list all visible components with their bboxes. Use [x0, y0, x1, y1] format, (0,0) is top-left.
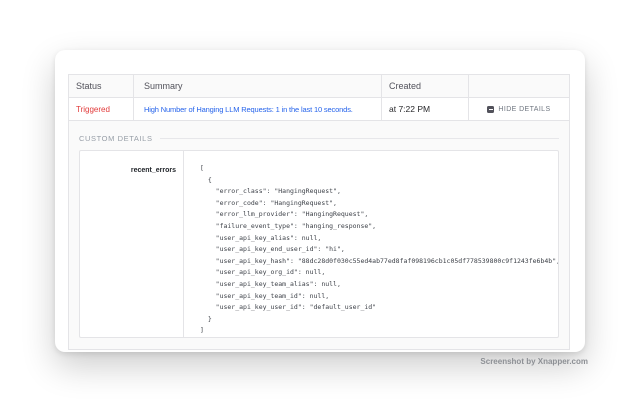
expanded-details-panel: CUSTOM DETAILS recent_errors [ { "error_…: [69, 121, 569, 349]
table-row: Triggered High Number of Hanging LLM Req…: [69, 98, 569, 121]
summary-link[interactable]: High Number of Hanging LLM Requests: 1 i…: [144, 105, 353, 114]
summary-cell: High Number of Hanging LLM Requests: 1 i…: [134, 98, 382, 120]
column-header-created: Created: [382, 75, 469, 97]
hide-details-button[interactable]: HIDE DETAILS: [487, 106, 550, 113]
actions-cell: HIDE DETAILS: [469, 98, 569, 120]
detail-key: recent_errors: [131, 167, 176, 174]
created-timestamp: at 7:22 PM: [389, 104, 430, 114]
column-header-status: Status: [69, 75, 134, 97]
page: Status Summary Created Triggered High Nu…: [0, 0, 640, 416]
column-header-summary: Summary: [134, 75, 382, 97]
watermark: Screenshot by Xnapper.com: [480, 357, 588, 366]
minus-square-icon: [487, 106, 494, 113]
alerts-table: Status Summary Created Triggered High Nu…: [68, 74, 570, 350]
custom-details-heading: CUSTOM DETAILS: [79, 134, 153, 143]
status-badge: Triggered: [76, 105, 110, 114]
json-payload: [ { "error_class": "HangingRequest", "er…: [184, 151, 558, 337]
detail-key-column: recent_errors: [80, 151, 184, 337]
custom-details-box: recent_errors [ { "error_class": "Hangin…: [79, 150, 559, 338]
heading-divider: [160, 138, 559, 139]
hide-details-label: HIDE DETAILS: [498, 106, 550, 113]
alert-details-card: Status Summary Created Triggered High Nu…: [55, 50, 585, 352]
status-cell: Triggered: [69, 98, 134, 120]
created-cell: at 7:22 PM: [382, 98, 469, 120]
column-header-actions: [469, 75, 569, 97]
table-header-row: Status Summary Created: [69, 75, 569, 98]
custom-details-heading-row: CUSTOM DETAILS: [79, 133, 559, 143]
